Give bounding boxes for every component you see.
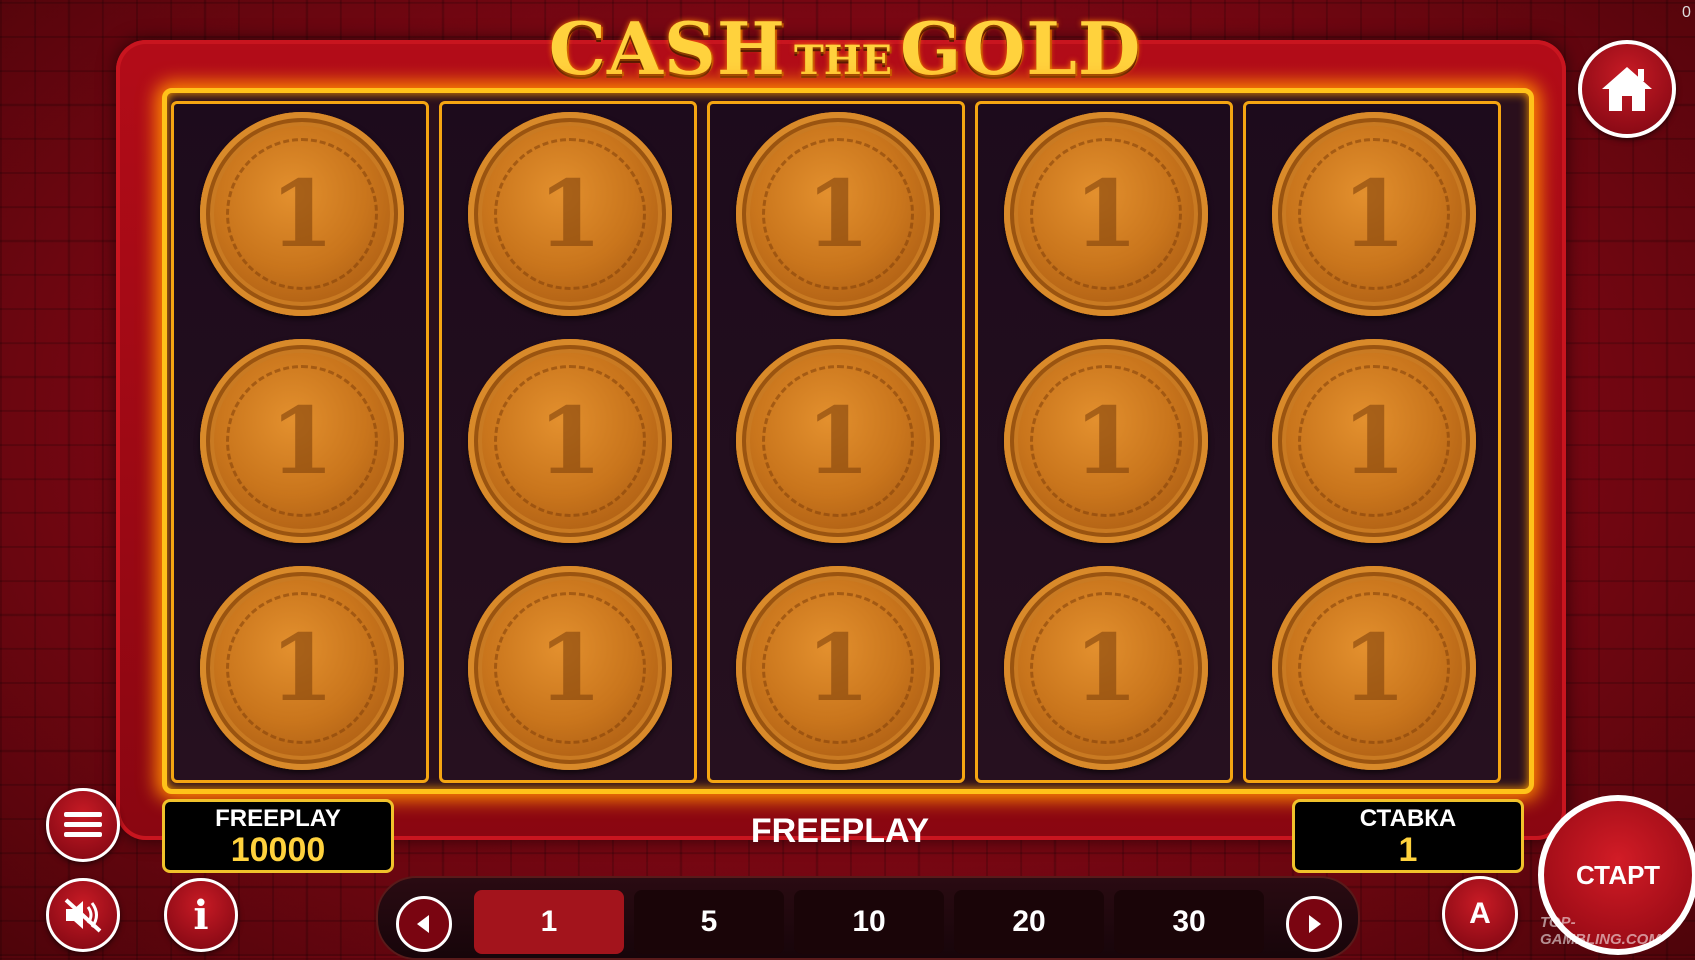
sound-muted-icon	[64, 898, 102, 933]
bet-selector: 1 5 10 20 30	[376, 876, 1360, 960]
title-word-the: THE	[793, 37, 892, 84]
start-label: СТАРТ	[1575, 859, 1661, 890]
coin-symbol: 1	[736, 339, 940, 543]
bet-option-20[interactable]: 20	[954, 890, 1104, 954]
home-button[interactable]	[1578, 40, 1676, 138]
coin-symbol: 1	[200, 566, 404, 770]
corner-indicator: 0	[1682, 4, 1691, 21]
coin-symbol: 1	[1004, 566, 1208, 770]
coin-symbol: 1	[1272, 112, 1476, 316]
autoplay-button[interactable]: A	[1442, 876, 1518, 952]
coin-symbol: 1	[468, 112, 672, 316]
coin-symbol: 1	[200, 112, 404, 316]
bet-option-1[interactable]: 1	[474, 890, 624, 954]
menu-icon	[64, 812, 102, 837]
coin-symbol: 1	[468, 566, 672, 770]
reels-area: 1 1 1 1 1 1 1 1 1 1 1 1 1 1 1	[162, 88, 1534, 794]
title-word-cash: CASH	[548, 6, 786, 91]
autoplay-icon: A	[1469, 897, 1491, 930]
home-icon	[1602, 67, 1652, 111]
arrow-left-icon	[417, 915, 429, 933]
balance-label: FREEPLAY	[215, 805, 341, 832]
reel-3: 1 1 1	[707, 101, 965, 783]
bet-option-10[interactable]: 10	[794, 890, 944, 954]
coin-symbol: 1	[736, 566, 940, 770]
coin-symbol: 1	[468, 339, 672, 543]
bet-box: СТАВКА 1	[1292, 799, 1524, 873]
bet-value: 1	[1398, 831, 1418, 869]
info-button[interactable]: i	[164, 878, 238, 952]
coin-symbol: 1	[200, 339, 404, 543]
balance-box: FREEPLAY 10000	[162, 799, 394, 873]
coin-symbol: 1	[1272, 339, 1476, 543]
bet-next-button[interactable]	[1286, 896, 1342, 952]
arrow-right-icon	[1309, 915, 1321, 933]
title-word-gold: GOLD	[899, 6, 1142, 91]
game-title: CASH THE GOLD	[520, 6, 1170, 91]
bet-option-5[interactable]: 5	[634, 890, 784, 954]
reel-4: 1 1 1	[975, 101, 1233, 783]
status-text: FREEPLAY	[750, 812, 930, 850]
sound-button[interactable]	[46, 878, 120, 952]
coin-symbol: 1	[736, 112, 940, 316]
coin-symbol: 1	[1004, 339, 1208, 543]
bet-label: СТАВКА	[1359, 805, 1457, 832]
reel-5: 1 1 1	[1243, 101, 1501, 783]
bet-prev-button[interactable]	[396, 896, 452, 952]
bet-option-30[interactable]: 30	[1114, 890, 1264, 954]
menu-button[interactable]	[46, 788, 120, 862]
coin-symbol: 1	[1004, 112, 1208, 316]
info-icon: i	[193, 891, 209, 939]
reel-2: 1 1 1	[439, 101, 697, 783]
balance-value: 10000	[230, 831, 326, 869]
reel-1: 1 1 1	[171, 101, 429, 783]
watermark: TOP-GAMBLING.COM	[1540, 914, 1661, 948]
coin-symbol: 1	[1272, 566, 1476, 770]
